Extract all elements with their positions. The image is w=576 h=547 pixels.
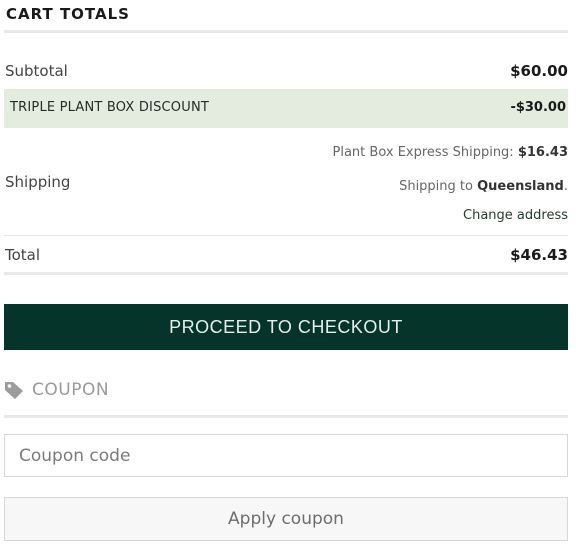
discount-label: TRIPLE PLANT BOX DISCOUNT	[10, 100, 210, 115]
coupon-divider	[4, 415, 568, 418]
shipping-method: Plant Box Express Shipping: $16.43	[333, 145, 568, 160]
discount-value: -$30.00	[510, 100, 566, 115]
shipping-destination: Shipping to Queensland.	[399, 179, 568, 194]
tag-icon	[4, 380, 26, 400]
discount-row: TRIPLE PLANT BOX DISCOUNT -$30.00	[4, 89, 568, 128]
change-address-link[interactable]: Change address	[463, 208, 568, 223]
totals-bottom-divider	[4, 272, 568, 275]
cart-totals-title: CART TOTALS	[6, 5, 130, 23]
total-value: $46.43	[510, 246, 568, 264]
coupon-heading-label: COUPON	[32, 380, 110, 400]
title-divider	[4, 30, 568, 33]
subtotal-value: $60.00	[510, 62, 568, 80]
shipping-cost: $16.43	[517, 145, 568, 160]
shipping-label: Shipping	[5, 173, 71, 191]
shipping-method-name: Plant Box Express Shipping:	[332, 145, 514, 160]
apply-coupon-button[interactable]: Apply coupon	[4, 497, 568, 541]
coupon-code-input[interactable]	[4, 434, 568, 477]
proceed-to-checkout-button[interactable]: PROCEED TO CHECKOUT	[4, 304, 568, 350]
subtotal-label: Subtotal	[5, 62, 68, 80]
coupon-heading[interactable]: COUPON	[4, 378, 304, 404]
total-label: Total	[5, 246, 41, 264]
shipping-to-suffix: .	[563, 179, 568, 194]
total-divider	[4, 235, 568, 236]
shipping-to-prefix: Shipping to	[399, 179, 473, 194]
shipping-region: Queensland	[477, 179, 564, 194]
